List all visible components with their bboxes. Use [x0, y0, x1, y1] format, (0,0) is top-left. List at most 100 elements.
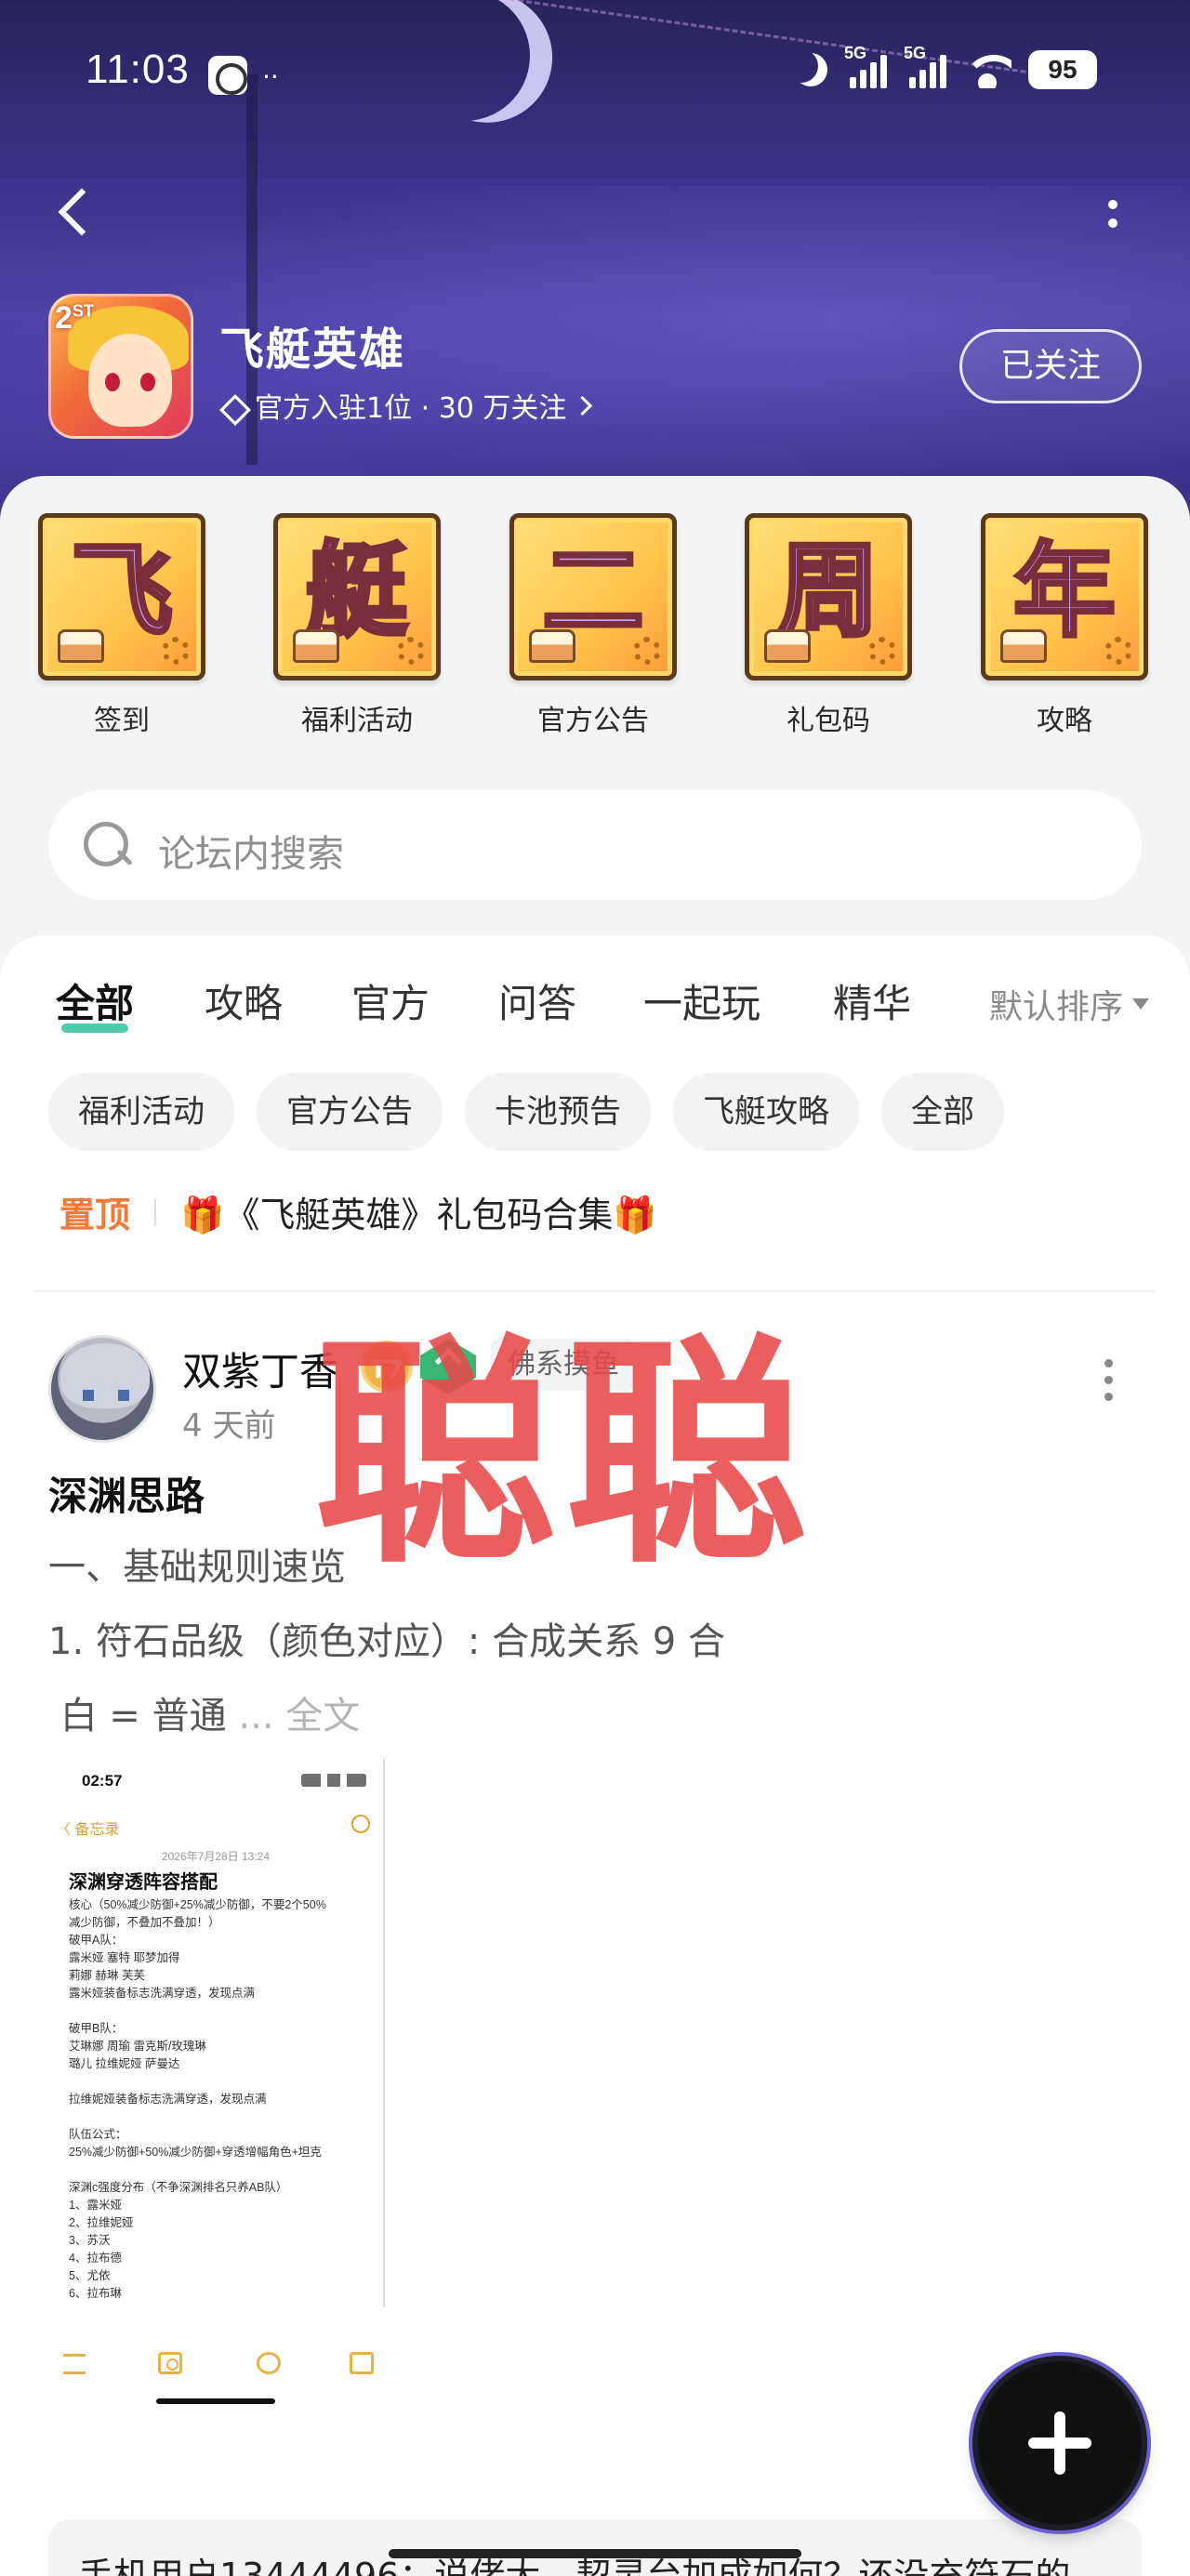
toolbar-indicator	[156, 2398, 275, 2404]
post-author[interactable]: 双紫丁香	[182, 1341, 338, 1397]
game-meta-link[interactable]: 官方入驻1位 · 30 万关注	[219, 385, 590, 426]
shortcut-label: 礼包码	[787, 705, 870, 737]
thumb-menu-icon	[351, 1815, 370, 1833]
cake-icon	[764, 629, 811, 663]
post-excerpt-line: 白 = 普通	[60, 1695, 227, 1737]
gear-icon	[397, 637, 425, 665]
diamond-icon	[219, 392, 245, 418]
game-logo[interactable]: 2ST	[48, 294, 193, 439]
post-image[interactable]: 02:57 〈 备忘录 2026年7月28日 13:24 深渊穿透阵容搭配 核心…	[48, 1759, 385, 2307]
content-panel: 飞 签到 艇 福利活动 二 官方公告 周 礼包码 年 攻略 论坛内搜索 全部 攻…	[0, 476, 1190, 2576]
cake-icon	[293, 629, 339, 663]
thumb-time: 02:57	[82, 1772, 123, 1790]
anniversary-badge: 2ST	[55, 300, 94, 336]
home-indicator[interactable]	[389, 2549, 801, 2558]
read-more-link[interactable]: ... 全文	[238, 1695, 360, 1737]
shortcut-label: 官方公告	[537, 705, 649, 737]
shortcut-sign-in[interactable]: 飞 签到	[33, 513, 210, 738]
chip-all[interactable]: 全部	[881, 1073, 1004, 1151]
chip-banner-preview[interactable]: 卡池预告	[465, 1073, 651, 1151]
shortcut-tile: 周	[745, 513, 912, 680]
post-excerpt[interactable]: 一、基础规则速览 1. 符石品级（颜色对应）: 合成关系 9 合 白 = 普通 …	[48, 1530, 1117, 1753]
pinned-post[interactable]: 置顶 🎁《飞艇英雄》礼包码合集🎁	[60, 1186, 657, 1237]
camera-icon[interactable]	[158, 2352, 182, 2374]
avatar[interactable]	[48, 1335, 156, 1443]
shortcut-grid: 飞 签到 艇 福利活动 二 官方公告 周 礼包码 年 攻略	[0, 513, 1190, 764]
cake-icon	[529, 629, 575, 663]
tab-official[interactable]: 官方	[351, 972, 430, 1029]
forum-header: 11:03 ·· 5G 5G 95 2ST 飞艇英雄 官方入驻1位 · 30 万…	[0, 0, 1190, 521]
tab-qa[interactable]: 问答	[498, 972, 576, 1029]
gear-icon	[1104, 637, 1132, 665]
status-extra: ··	[262, 61, 279, 92]
shortcut-tile: 年	[981, 513, 1148, 680]
post-feed: 全部 攻略 官方 问答 一起玩 精华 默认排序 福利活动 官方公告 卡池预告 飞…	[0, 935, 1190, 2576]
game-meta-text: 官方入驻1位 · 30 万关注	[255, 392, 567, 425]
filter-chips: 福利活动 官方公告 卡池预告 飞艇攻略 全部	[48, 1073, 1004, 1151]
thumb-date: 2026年7月28日 13:24	[161, 1850, 271, 1863]
caret-down-icon	[1132, 998, 1149, 1010]
post-title[interactable]: 深渊思路	[48, 1465, 205, 1522]
shortcut-label: 签到	[94, 705, 150, 737]
plus-icon	[1028, 2411, 1091, 2475]
gear-icon	[633, 637, 661, 665]
search-input[interactable]: 论坛内搜索	[48, 790, 1142, 900]
chip-welfare[interactable]: 福利活动	[48, 1073, 234, 1151]
divider	[154, 1197, 157, 1226]
list-icon[interactable]	[63, 2352, 87, 2374]
shortcut-tile: 艇	[273, 513, 441, 680]
chevron-right-icon	[575, 394, 590, 416]
shortcut-gift-codes[interactable]: 周 礼包码	[740, 513, 917, 738]
battery-indicator: 95	[1028, 50, 1097, 89]
active-tab-indicator	[61, 1024, 129, 1033]
gear-icon	[162, 637, 190, 665]
network-type: 5G	[844, 44, 867, 62]
shortcut-tile: 二	[509, 513, 677, 680]
thumb-note-text: 核心（50%减少防御+25%减少防御，不要2个50% 减少防御，不叠加不叠加！）…	[69, 1898, 326, 2300]
pen-icon[interactable]	[257, 2352, 281, 2374]
clock-app-icon	[208, 56, 247, 95]
image-toolbar	[56, 2335, 390, 2404]
edit-icon[interactable]	[350, 2352, 374, 2374]
shortcut-label: 福利活动	[301, 705, 413, 737]
cake-icon	[1000, 629, 1047, 663]
shortcut-tile: 飞	[38, 513, 205, 680]
more-icon[interactable]	[1097, 191, 1125, 237]
pinned-tag: 置顶	[60, 1195, 131, 1235]
thumb-status-icons	[301, 1774, 366, 1787]
gear-icon	[868, 637, 896, 665]
tab-play-together[interactable]: 一起玩	[643, 972, 760, 1029]
post-excerpt-line: 一、基础规则速览	[48, 1546, 346, 1589]
shortcut-guides[interactable]: 年 攻略	[976, 513, 1153, 738]
creator-badge-icon	[420, 1339, 476, 1394]
wifi-icon	[963, 51, 1012, 88]
shortcut-announcements[interactable]: 二 官方公告	[505, 513, 681, 738]
shortcut-welfare[interactable]: 艇 福利活动	[269, 513, 445, 738]
network-type: 5G	[904, 44, 927, 62]
sort-label: 默认排序	[988, 988, 1123, 1026]
post-more-icon[interactable]	[1103, 1359, 1116, 1406]
signal-icon: 5G	[844, 44, 887, 88]
signal-icon: 5G	[904, 44, 946, 88]
pinned-post-title: 🎁《飞艇英雄》礼包码合集🎁	[180, 1195, 657, 1235]
tab-featured[interactable]: 精华	[833, 972, 911, 1029]
back-icon[interactable]	[56, 184, 93, 244]
do-not-disturb-icon	[794, 53, 827, 86]
level-badge: T7	[361, 1341, 413, 1393]
chip-announcements[interactable]: 官方公告	[257, 1073, 443, 1151]
game-title: 飞艇英雄	[219, 324, 406, 376]
create-post-button[interactable]	[978, 2361, 1142, 2525]
tab-guides[interactable]: 攻略	[205, 972, 283, 1029]
chip-airship-guides[interactable]: 飞艇攻略	[673, 1073, 859, 1151]
tab-all[interactable]: 全部	[56, 972, 135, 1033]
status-time: 11:03	[86, 46, 190, 92]
tab-label: 全部	[56, 981, 135, 1026]
post-excerpt-line: 1. 符石品级（颜色对应）: 合成关系 9 合	[48, 1620, 725, 1663]
comment-preview[interactable]: 手机用户13444496：说佬大，契灵台加成如何？还没充符石的	[48, 2519, 1142, 2576]
category-tabs: 全部 攻略 官方 问答 一起玩 精华 默认排序	[0, 972, 1190, 1047]
sort-dropdown[interactable]: 默认排序	[989, 980, 1149, 1028]
search-icon	[82, 820, 134, 872]
cake-icon	[58, 629, 104, 663]
search-placeholder: 论坛内搜索	[158, 833, 344, 876]
follow-button[interactable]: 已关注	[959, 329, 1142, 403]
